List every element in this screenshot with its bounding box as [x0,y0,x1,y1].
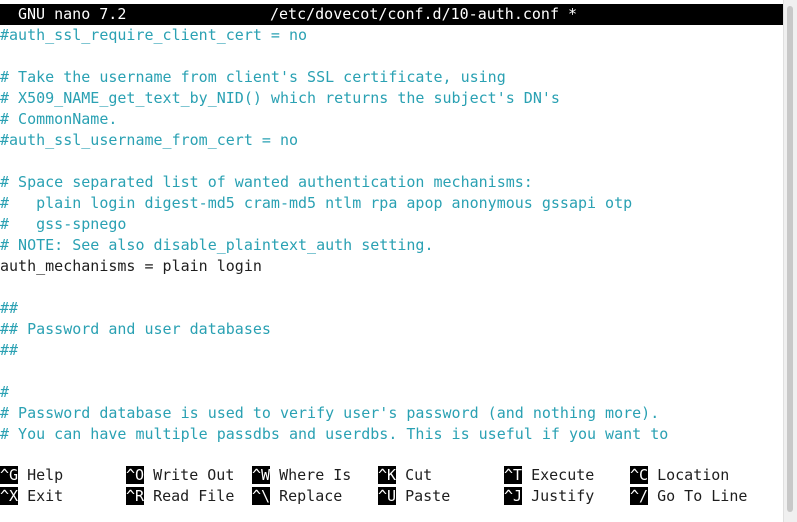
shortcut-label: Cut [405,466,433,484]
shortcut-help[interactable]: ^G Help [0,465,63,486]
shortcut-label: Write Out [153,466,235,484]
shortcut-label: Replace [279,487,343,505]
shortcut-label: Help [27,466,64,484]
shortcut-label: Execute [531,466,595,484]
shortcut-key: ^\ [252,487,271,505]
editor-line[interactable]: #auth_ssl_username_from_cert = no [0,130,784,151]
shortcut-key: ^J [504,487,523,505]
shortcut-key: ^R [126,487,145,505]
line-text: # X509_NAME_get_text_by_NID() which retu… [0,89,560,107]
editor-line[interactable]: # Password database is used to verify us… [0,403,784,424]
editor-line[interactable]: ## [0,340,784,361]
file-path: /etc/dovecot/conf.d/10-auth.conf * [270,5,578,23]
shortcut-exit[interactable]: ^X Exit [0,486,63,507]
shortcut-key: ^O [126,466,145,484]
line-text: auth_mechanisms = plain login [0,257,262,275]
line-text: ## [0,341,19,359]
editor-line[interactable]: # plain login digest-md5 cram-md5 ntlm r… [0,193,784,214]
editor-area[interactable]: #auth_ssl_require_client_cert = no # Tak… [0,25,784,445]
line-text: #auth_ssl_username_from_cert = no [0,131,299,149]
editor-line[interactable]: # Space separated list of wanted authent… [0,172,784,193]
shortcut-label: Where Is [279,466,352,484]
line-text: # [0,383,10,401]
shortcut-key: ^G [0,466,19,484]
editor-line[interactable]: # NOTE: See also disable_plaintext_auth … [0,235,784,256]
editor-line[interactable] [0,151,784,172]
shortcut-go-to-line[interactable]: ^/ Go To Line [630,486,747,507]
editor-line[interactable] [0,361,784,382]
shortcut-key: ^W [252,466,271,484]
editor-line[interactable]: ## [0,298,784,319]
shortcut-label: Justify [531,487,595,505]
shortcut-key: ^/ [630,487,649,505]
shortcut-label: Go To Line [657,487,748,505]
line-text: # gss-spnego [0,215,127,233]
line-text: # Password database is used to verify us… [0,404,660,422]
editor-line[interactable]: #auth_ssl_require_client_cert = no [0,25,784,46]
shortcut-cut[interactable]: ^K Cut [378,465,432,486]
shortcut-row: ^X Exit ^R Read File ^\ Replace ^U Paste… [0,486,784,507]
editor-line[interactable] [0,46,784,67]
editor-line[interactable]: # Take the username from client's SSL ce… [0,67,784,88]
editor-line[interactable]: auth_mechanisms = plain login [0,256,784,277]
line-text: # plain login digest-md5 cram-md5 ntlm r… [0,194,633,212]
line-text: # Take the username from client's SSL ce… [0,68,506,86]
shortcut-key: ^U [378,487,397,505]
line-text: # NOTE: See also disable_plaintext_auth … [0,236,434,254]
terminal-window[interactable]: GNU nano 7.2 /etc/dovecot/conf.d/10-auth… [0,0,784,522]
app-version: GNU nano 7.2 [18,5,127,23]
shortcut-row: ^G Help ^O Write Out ^W Where Is ^K Cut … [0,465,784,486]
editor-line[interactable]: # X509_NAME_get_text_by_NID() which retu… [0,88,784,109]
line-text: ## Password and user databases [0,320,271,338]
shortcut-key: ^X [0,487,19,505]
editor-line[interactable]: # [0,382,784,403]
scrollbar-thumb[interactable] [787,6,793,512]
shortcut-bar: ^G Help ^O Write Out ^W Where Is ^K Cut … [0,465,784,507]
line-text: ## [0,299,19,317]
line-text: # You can have multiple passdbs and user… [0,425,669,443]
line-text: #auth_ssl_require_client_cert = no [0,26,308,44]
editor-line[interactable]: ## Password and user databases [0,319,784,340]
shortcut-label: Paste [405,487,451,505]
shortcut-key: ^K [378,466,397,484]
shortcut-label: Read File [153,487,235,505]
editor-line[interactable] [0,277,784,298]
shortcut-replace[interactable]: ^\ Replace [252,486,342,507]
shortcut-label: Exit [27,487,64,505]
line-text: # Space separated list of wanted authent… [0,173,533,191]
shortcut-justify[interactable]: ^J Justify [504,486,594,507]
shortcut-write-out[interactable]: ^O Write Out [126,465,234,486]
shortcut-key: ^C [630,466,649,484]
shortcut-location[interactable]: ^C Location [630,465,729,486]
editor-line[interactable]: # gss-spnego [0,214,784,235]
shortcut-where-is[interactable]: ^W Where Is [252,465,351,486]
nano-titlebar: GNU nano 7.2 /etc/dovecot/conf.d/10-auth… [0,4,784,25]
shortcut-read-file[interactable]: ^R Read File [126,486,234,507]
editor-line[interactable]: # You can have multiple passdbs and user… [0,424,784,445]
shortcut-execute[interactable]: ^T Execute [504,465,594,486]
shortcut-paste[interactable]: ^U Paste [378,486,450,507]
editor-line[interactable]: # CommonName. [0,109,784,130]
shortcut-label: Location [657,466,730,484]
line-text: # CommonName. [0,110,118,128]
vertical-scrollbar[interactable] [783,0,797,522]
shortcut-key: ^T [504,466,523,484]
